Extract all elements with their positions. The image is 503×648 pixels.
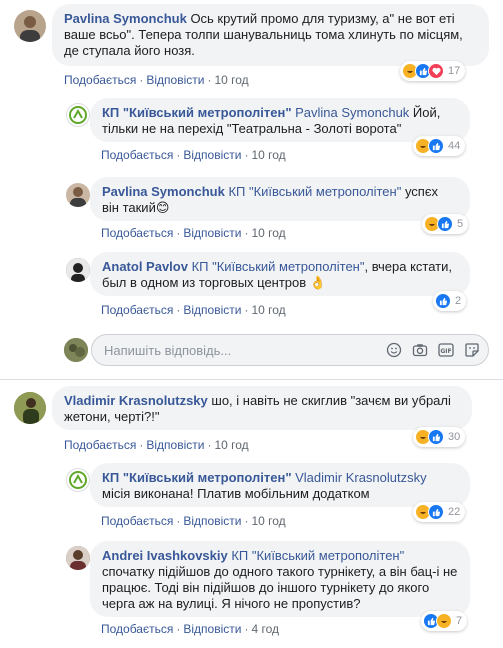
reaction-summary[interactable]: 22: [413, 502, 466, 522]
reply-bubble: Andrei Ivashkovskiy КП "Київський метроп…: [90, 541, 470, 617]
comment-author[interactable]: Pavlina Symonchuk: [64, 11, 187, 26]
thread-divider: [0, 379, 503, 380]
timestamp[interactable]: 10 год: [251, 226, 285, 240]
reaction-count: 44: [448, 140, 461, 152]
like-icon: [437, 216, 453, 232]
timestamp[interactable]: 10 год: [251, 303, 285, 317]
reaction-summary[interactable]: 17: [400, 61, 466, 81]
reaction-count: 2: [455, 295, 462, 307]
reply-bubble: КП "Київський метрополітен" Vladimir Kra…: [90, 463, 470, 507]
reply-bubble: Anatol Pavlov КП "Київський метрополітен…: [90, 252, 470, 296]
reply-actions: Подобається · Відповісти · 10 год: [101, 514, 286, 528]
camera-icon[interactable]: [412, 342, 428, 358]
svg-text:GIF: GIF: [440, 348, 451, 355]
sticker-icon[interactable]: [464, 342, 480, 358]
reply-actions: Подобається · Відповісти · 10 год: [101, 226, 286, 240]
avatar[interactable]: [14, 392, 46, 424]
reply-placeholder: Напишіть відповідь...: [104, 343, 232, 358]
emoji-icon[interactable]: [386, 342, 402, 358]
reaction-count: 17: [448, 65, 461, 77]
like-icon: [428, 504, 444, 520]
reaction-count: 7: [456, 615, 463, 627]
avatar[interactable]: [66, 258, 90, 282]
comment-author[interactable]: Anatol Pavlov: [102, 259, 188, 274]
reaction-summary[interactable]: 30: [413, 427, 466, 447]
love-icon: [428, 63, 444, 79]
timestamp[interactable]: 10 год: [251, 148, 285, 162]
reply-button[interactable]: Відповісти: [183, 226, 241, 240]
reaction-summary[interactable]: 44: [413, 136, 466, 156]
mention-link[interactable]: КП "Київський метрополітен": [228, 548, 404, 563]
timestamp[interactable]: 10 год: [251, 514, 285, 528]
reply-button[interactable]: Відповісти: [183, 148, 241, 162]
like-button[interactable]: Подобається: [101, 303, 173, 317]
reply-button[interactable]: Відповісти: [183, 303, 241, 317]
avatar[interactable]: [66, 468, 90, 492]
avatar[interactable]: [66, 546, 90, 570]
comment-author[interactable]: Pavlina Symonchuk: [102, 184, 225, 199]
reply-button[interactable]: Відповісти: [146, 438, 204, 452]
comment-text: місія виконана! Платив мобільним додатко…: [102, 486, 370, 501]
reply-actions: Подобається · Відповісти · 4 год: [101, 622, 279, 636]
comment-author[interactable]: КП "Київський метрополітен": [102, 105, 292, 120]
avatar[interactable]: [14, 10, 46, 42]
like-button[interactable]: Подобається: [64, 73, 136, 87]
gif-icon[interactable]: GIF: [438, 342, 454, 358]
mention-link[interactable]: КП "Київський метрополітен": [188, 259, 365, 274]
like-button[interactable]: Подобається: [101, 514, 173, 528]
reply-bubble: КП "Київський метрополітен" Pavlina Symo…: [90, 98, 470, 142]
reply-button[interactable]: Відповісти: [183, 622, 241, 636]
comment-actions: Подобається · Відповісти · 10 год: [64, 73, 249, 87]
comment-author[interactable]: Vladimir Krasnolutzsky: [64, 393, 208, 408]
timestamp[interactable]: 10 год: [214, 438, 248, 452]
comment-author[interactable]: КП "Київський метрополітен": [102, 470, 292, 485]
reaction-count: 5: [457, 218, 464, 230]
reply-input[interactable]: Напишіть відповідь... GIF: [91, 334, 489, 366]
mention-link[interactable]: Pavlina Symonchuk: [292, 105, 409, 120]
mention-link[interactable]: Vladimir Krasnolutzsky: [292, 470, 427, 485]
like-button[interactable]: Подобається: [64, 438, 136, 452]
timestamp[interactable]: 10 год: [214, 73, 248, 87]
timestamp[interactable]: 4 год: [251, 622, 279, 636]
like-icon: [428, 138, 444, 154]
reply-bubble: Pavlina Symonchuk КП "Київський метропол…: [90, 177, 470, 221]
reply-actions: Подобається · Відповісти · 10 год: [101, 148, 286, 162]
comment-author[interactable]: Andrei Ivashkovskiy: [102, 548, 228, 563]
reply-button[interactable]: Відповісти: [146, 73, 204, 87]
comment-actions: Подобається · Відповісти · 10 год: [64, 438, 249, 452]
comment-text: спочатку підійшов до одного такого турні…: [102, 564, 458, 611]
haha-icon: [436, 613, 452, 629]
reaction-summary[interactable]: 2: [433, 291, 467, 311]
avatar[interactable]: [66, 103, 90, 127]
comment-bubble: Pavlina Symonchuk Ось крутий промо для т…: [52, 4, 489, 66]
reply-actions: Подобається · Відповісти · 10 год: [101, 303, 286, 317]
like-button[interactable]: Подобається: [101, 622, 173, 636]
comment-bubble: Vladimir Krasnolutzsky шо, і навіть не с…: [52, 386, 472, 430]
like-button[interactable]: Подобається: [101, 148, 173, 162]
reaction-count: 22: [448, 506, 461, 518]
like-button[interactable]: Подобається: [101, 226, 173, 240]
reaction-summary[interactable]: 5: [422, 214, 469, 234]
reply-button[interactable]: Відповісти: [183, 514, 241, 528]
avatar[interactable]: [66, 183, 90, 207]
reaction-count: 30: [448, 431, 461, 443]
mention-link[interactable]: КП "Київський метрополітен": [225, 184, 401, 199]
reaction-summary[interactable]: 7: [421, 611, 468, 631]
like-icon: [435, 293, 451, 309]
like-icon: [428, 429, 444, 445]
current-user-avatar: [64, 338, 88, 362]
